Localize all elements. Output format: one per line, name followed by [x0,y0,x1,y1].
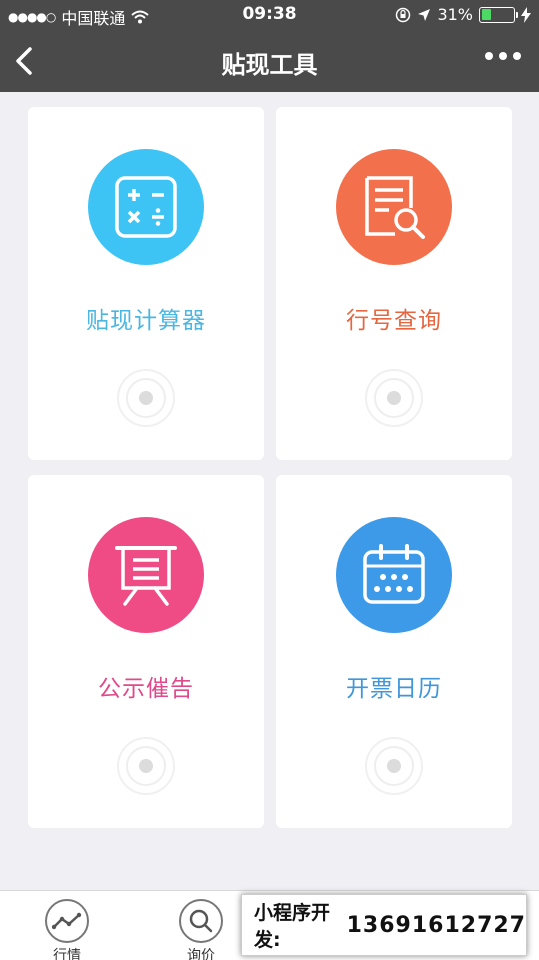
radio-ring [126,746,166,786]
trend-icon [45,899,89,943]
tool-card-discount-calculator[interactable]: 贴现计算器 [28,107,264,460]
calendar-icon [363,544,425,604]
radio-indicator[interactable] [117,369,175,427]
tab-label: 询价 [187,948,215,960]
more-dot [485,52,493,60]
radio-dot [139,759,153,773]
promo-phone: 13691612727 [346,912,526,938]
tab-inquiry[interactable]: 询价 [161,899,241,960]
tool-label: 行号查询 [346,308,442,334]
status-right: 31% [395,5,531,24]
tool-card-billing-calendar[interactable]: 开票日历 [276,475,512,828]
navigation-bar: 贴现工具 [0,30,539,92]
battery-percent: 31% [437,5,473,24]
page-title: 贴现工具 [221,51,318,79]
radio-ring [374,746,414,786]
tool-label: 开票日历 [346,676,442,702]
more-dot [499,52,507,60]
radio-dot [387,391,401,405]
tool-card-public-notice[interactable]: 公示催告 [28,475,264,828]
radio-ring [374,378,414,418]
search-icon [179,899,223,943]
battery-icon [479,6,518,23]
promo-banner: 小程序开发: 13691612727 [241,894,527,956]
calendar-icon-circle [336,517,452,633]
tool-card-bank-code-query[interactable]: 行号查询 [276,107,512,460]
status-bar: ●●●●○ 中国联通 09:38 31% [0,0,539,30]
tab-market[interactable]: 行情 [27,899,107,960]
tool-label: 公示催告 [98,676,194,702]
more-options-icon[interactable] [485,52,521,60]
tab-label: 行情 [53,948,81,960]
notice-board-icon-circle [88,517,204,633]
calculator-icon-circle [88,149,204,265]
radio-indicator[interactable] [365,737,423,795]
radio-indicator[interactable] [365,369,423,427]
charging-bolt-icon [521,6,531,23]
radio-dot [387,759,401,773]
radio-dot [139,391,153,405]
document-search-icon [365,176,425,239]
notice-board-icon [115,546,177,606]
battery-fill [481,9,492,20]
more-dot [513,52,521,60]
tool-label: 贴现计算器 [86,308,206,334]
radio-ring [126,378,166,418]
radio-indicator[interactable] [117,737,175,795]
promo-label: 小程序开发: [254,902,331,951]
location-arrow-icon [418,8,431,21]
calculator-icon [115,176,177,238]
rotation-lock-icon [396,7,411,22]
document-search-icon-circle [336,149,452,265]
